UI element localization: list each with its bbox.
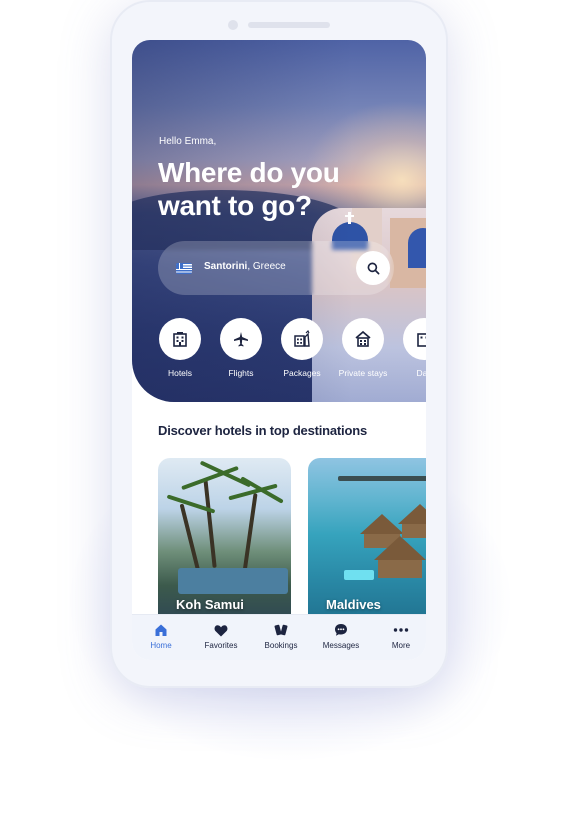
tab-home[interactable]: Home [132,623,190,650]
category-label: Private stays [338,368,388,378]
destination-card-maldives[interactable]: Maldives [308,458,426,628]
pool [178,568,288,594]
hotel-icon [173,332,187,347]
destination-name: Koh Samui [176,597,244,612]
tickets-icon [274,624,287,636]
camera-dot [228,20,238,30]
package-icon [294,330,310,347]
category-label: Day [416,368,426,378]
tab-favorites[interactable]: Favorites [192,623,250,650]
more-icon [393,628,409,632]
greeting-text: Hello Emma, [159,136,217,147]
category-label: Flights [228,368,254,378]
destination-name: Maldives [326,597,381,612]
tab-label: Bookings [264,641,298,650]
category-packages[interactable]: Packages [270,318,334,378]
category-row: Hotels Flights Packages Private stays Da [158,318,426,388]
home-icon [155,624,167,636]
hero-banner: Hello Emma, Where do you want to go? San… [132,40,426,402]
tab-more[interactable]: More [372,623,426,650]
chat-icon [335,624,347,636]
section-title: Discover hotels in top destinations [158,423,367,438]
tab-label: Favorites [204,641,238,650]
category-label: Packages [283,368,321,378]
destination-card-koh-samui[interactable]: Koh Samui [158,458,291,628]
destination-search-bar[interactable]: Santorini, Greece [158,241,394,295]
hero-headline: Where do you want to go? [158,157,340,221]
app-screen: Hello Emma, Where do you want to go? San… [132,40,426,660]
tab-label: More [391,641,411,650]
search-destination: Santorini [204,261,248,272]
house-icon [355,330,371,347]
category-hotels[interactable]: Hotels [148,318,212,378]
search-icon [367,262,379,274]
category-day[interactable]: Day [392,318,426,378]
search-country: , Greece [247,261,286,272]
category-flights[interactable]: Flights [209,318,273,378]
plane-icon [234,332,248,347]
hotel-icon [417,333,426,347]
tab-bookings[interactable]: Bookings [252,623,310,650]
category-private-stays[interactable]: Private stays [331,318,395,378]
heart-icon [214,624,228,636]
tab-label: Messages [322,641,360,650]
bottom-tab-bar: Home Favorites Bookings Messages More [132,614,426,660]
tab-messages[interactable]: Messages [312,623,370,650]
tab-label: Home [150,641,172,650]
search-button[interactable] [356,251,390,285]
greece-flag-icon [176,263,192,274]
phone-frame: Hello Emma, Where do you want to go? San… [110,0,448,688]
speaker-grille [248,22,330,28]
category-label: Hotels [167,368,193,378]
